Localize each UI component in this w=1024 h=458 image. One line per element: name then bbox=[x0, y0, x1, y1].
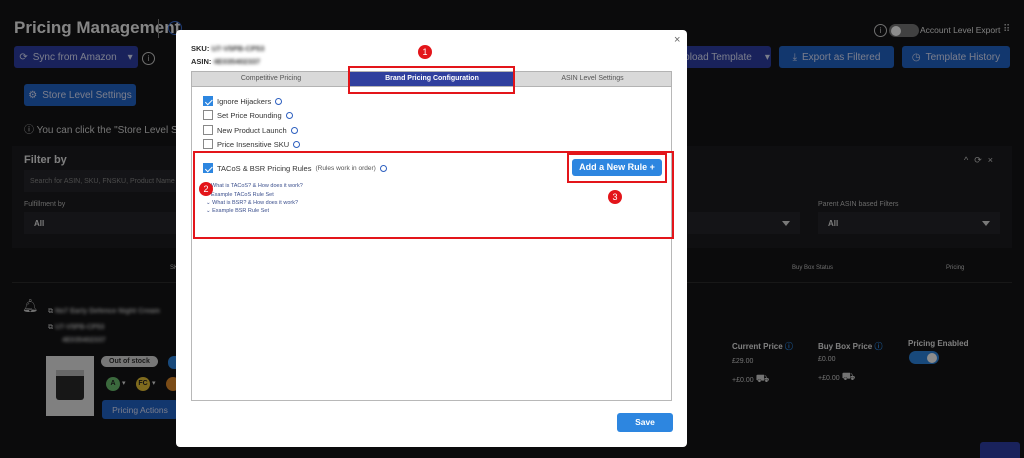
save-button[interactable]: Save bbox=[617, 413, 673, 432]
modal-sku: SKU: U7-V5PB-CP53 bbox=[191, 44, 265, 53]
step-marker-3: 3 bbox=[608, 190, 622, 204]
close-icon[interactable]: × bbox=[674, 34, 680, 46]
tab-competitive-pricing[interactable]: Competitive Pricing bbox=[192, 72, 350, 86]
option-price-insensitive-sku[interactable]: Price Insensitive SKU bbox=[203, 139, 301, 149]
highlight-box-add-rule bbox=[567, 153, 667, 183]
info-icon bbox=[285, 111, 293, 119]
option-new-product-launch[interactable]: New Product Launch bbox=[203, 125, 298, 135]
checkbox[interactable] bbox=[203, 125, 213, 135]
checkbox[interactable] bbox=[203, 139, 213, 149]
checkbox[interactable] bbox=[203, 110, 213, 120]
step-marker-2: 2 bbox=[199, 182, 213, 196]
info-icon bbox=[290, 126, 298, 134]
modal-asin: ASIN: 4E035402337 bbox=[191, 57, 261, 66]
tab-asin-level-settings[interactable]: ASIN Level Settings bbox=[514, 72, 671, 86]
info-icon bbox=[293, 140, 301, 148]
info-icon bbox=[275, 97, 283, 105]
option-set-price-rounding[interactable]: Set Price Rounding bbox=[203, 110, 293, 120]
highlight-box-tab bbox=[348, 66, 515, 94]
option-ignore-hijackers[interactable]: Ignore Hijackers bbox=[203, 96, 283, 106]
checkbox[interactable] bbox=[203, 96, 213, 106]
step-marker-1: 1 bbox=[418, 45, 432, 59]
